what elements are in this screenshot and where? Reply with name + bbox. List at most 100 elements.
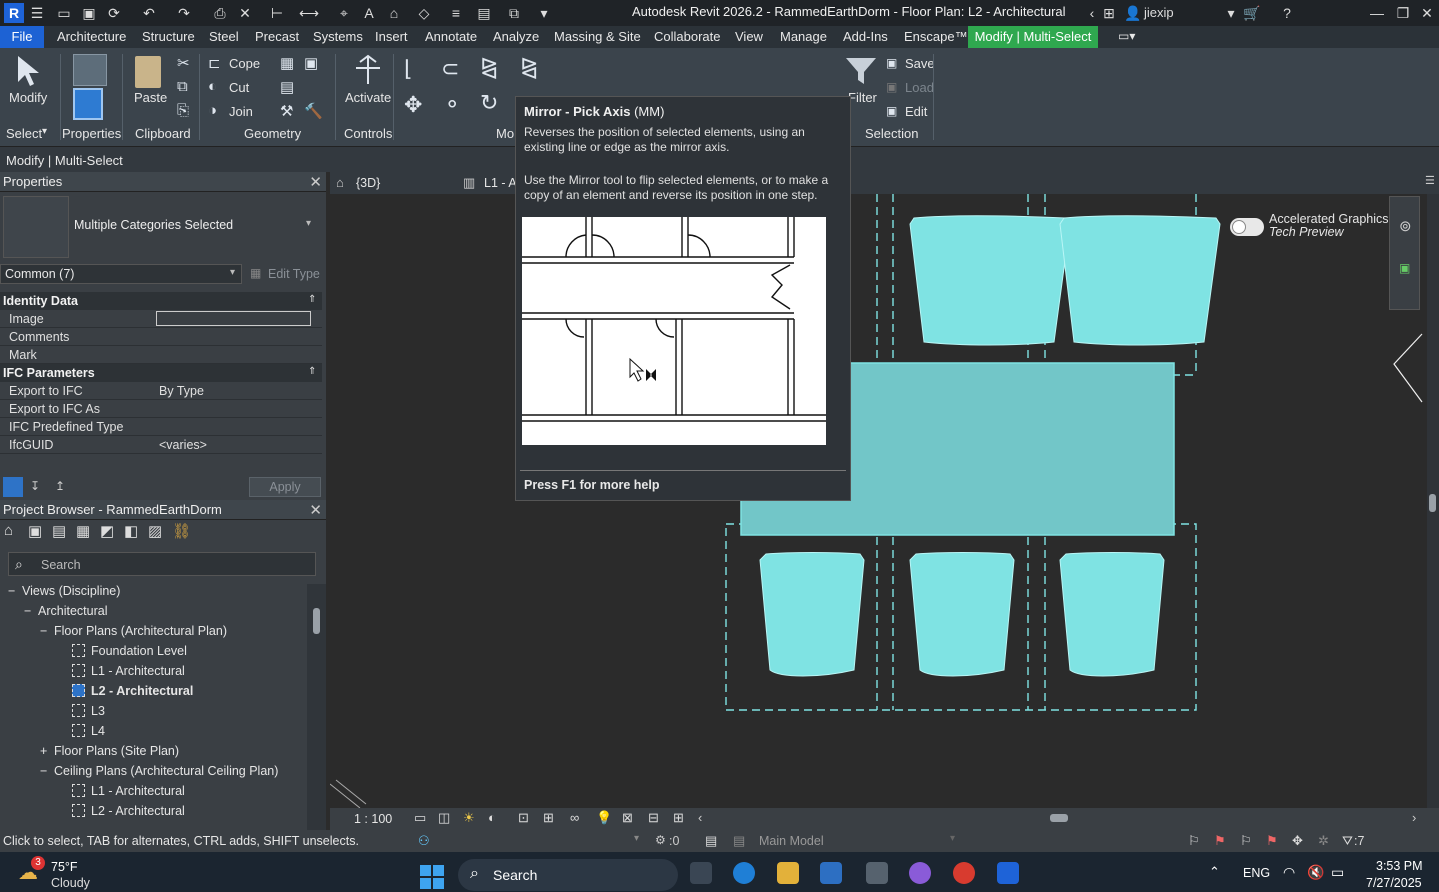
- zoom-icon[interactable]: ▣: [1399, 261, 1410, 275]
- select-pinned-icon[interactable]: ⚐: [1240, 833, 1252, 849]
- mirror-pick-axis-icon[interactable]: ⧎: [480, 54, 498, 80]
- activate-button[interactable]: Activate: [345, 90, 391, 105]
- tag-icon[interactable]: ⌖: [335, 4, 353, 22]
- volume-icon[interactable]: 🔇: [1307, 864, 1324, 881]
- select-links-icon[interactable]: ⚐: [1188, 833, 1200, 849]
- chevron-down-icon[interactable]: ▾: [950, 833, 955, 844]
- browser-tree-item[interactable]: − Architectural: [24, 604, 107, 618]
- cursor-arrow-icon[interactable]: [14, 54, 44, 88]
- paint-icon[interactable]: ▤: [280, 78, 294, 96]
- open-icon[interactable]: ▭: [55, 4, 73, 22]
- binoculars-icon[interactable]: ⊞: [1100, 4, 1118, 22]
- 3d-view-icon[interactable]: ⌂: [385, 4, 403, 22]
- temp-hide-icon[interactable]: ∞: [570, 810, 579, 825]
- weather-desc[interactable]: Cloudy: [51, 876, 90, 890]
- tab-precast[interactable]: Precast: [255, 29, 299, 44]
- collapse-icon[interactable]: −: [24, 604, 38, 618]
- edge-icon[interactable]: [733, 862, 755, 884]
- move-icon[interactable]: ✥: [404, 92, 422, 118]
- property-row[interactable]: IFC Predefined Type: [0, 418, 322, 436]
- save-selection-button[interactable]: Save: [905, 56, 935, 71]
- filter-icon[interactable]: [844, 54, 878, 88]
- cope-button[interactable]: Cope: [229, 56, 260, 71]
- browser-tree-item[interactable]: + Floor Plans (Site Plan): [40, 744, 179, 758]
- clock-date[interactable]: 7/27/2025: [1366, 876, 1422, 890]
- tab-collaborate[interactable]: Collaborate: [654, 29, 721, 44]
- properties-icon[interactable]: [73, 88, 103, 120]
- tab-analyze[interactable]: Analyze: [493, 29, 539, 44]
- edit-type-button[interactable]: Edit Type: [268, 267, 320, 281]
- tab-file[interactable]: File: [0, 26, 44, 48]
- sync-icon[interactable]: ⟳: [105, 4, 123, 22]
- category-identity-data[interactable]: Identity Data ⇑: [0, 292, 322, 310]
- tab-systems[interactable]: Systems: [313, 29, 363, 44]
- copy-elements-icon[interactable]: ⚬: [443, 92, 461, 118]
- copilot-icon[interactable]: [909, 862, 931, 884]
- app-menu-icon[interactable]: ☰: [28, 4, 46, 22]
- save-icon[interactable]: ▣: [80, 4, 98, 22]
- modify-button[interactable]: Modify: [9, 90, 47, 105]
- home-icon[interactable]: ⌂: [4, 522, 13, 539]
- store-icon[interactable]: [820, 862, 842, 884]
- sort-by-category-icon[interactable]: [3, 477, 23, 497]
- collapse-icon[interactable]: ⇑: [308, 294, 316, 305]
- schedule-icon[interactable]: ▤: [52, 522, 66, 540]
- join-icon[interactable]: ◑: [208, 102, 217, 119]
- revit-taskbar-icon[interactable]: [997, 862, 1019, 884]
- revit-logo-icon[interactable]: R: [4, 3, 24, 23]
- dimension-icon[interactable]: ⟷: [299, 4, 319, 22]
- activate-icon[interactable]: [352, 54, 384, 88]
- clock-time[interactable]: 3:53 PM: [1376, 859, 1423, 873]
- show-crop-icon[interactable]: ⊞: [543, 810, 554, 826]
- redo-icon[interactable]: ↷: [175, 4, 193, 22]
- tab-view[interactable]: View: [735, 29, 763, 44]
- properties-filter-dropdown[interactable]: Common (7) ▾: [0, 264, 242, 284]
- shadows-icon[interactable]: ◐: [488, 810, 496, 825]
- graphics-toggle[interactable]: [1230, 218, 1264, 236]
- reveal-hidden-icon[interactable]: 💡: [596, 810, 612, 826]
- type-chevron-icon[interactable]: ▾: [306, 218, 311, 229]
- match-type-icon[interactable]: ⎘: [177, 102, 189, 119]
- links-icon[interactable]: ▨: [148, 522, 162, 540]
- demolish-icon[interactable]: ⚒: [280, 102, 293, 120]
- filter-icon[interactable]: ⛛: [1342, 833, 1353, 849]
- properties-button[interactable]: Properties: [62, 126, 121, 141]
- print-icon[interactable]: ⎙: [211, 4, 229, 22]
- browser-tree-item[interactable]: − Floor Plans (Architectural Plan): [40, 624, 227, 638]
- tab-structure[interactable]: Structure: [142, 29, 195, 44]
- user-name[interactable]: jiexip: [1144, 5, 1174, 20]
- chevron-down-icon[interactable]: ▾: [634, 833, 639, 844]
- collapse-icon[interactable]: −: [8, 584, 22, 598]
- close-icon[interactable]: ✕: [1418, 4, 1436, 22]
- sun-path-icon[interactable]: ☀: [463, 810, 475, 826]
- hammer-icon[interactable]: 🔨: [304, 102, 323, 120]
- background-processes-icon[interactable]: ✲: [1318, 833, 1329, 849]
- align-icon[interactable]: ⌊: [404, 56, 413, 82]
- tab-annotate[interactable]: Annotate: [425, 29, 477, 44]
- temp-view-properties-icon[interactable]: ⊠: [622, 810, 633, 826]
- design-options-icon[interactable]: ▤: [705, 833, 717, 849]
- cut-scissors-icon[interactable]: ✂: [177, 54, 190, 72]
- tab-modify-multi-select[interactable]: Modify | Multi-Select: [968, 26, 1098, 48]
- close-inactive-icon[interactable]: ✕: [236, 4, 254, 22]
- edit-selection-button[interactable]: Edit: [905, 104, 927, 119]
- drawing-canvas[interactable]: Accelerated Graphics Tech Preview ⊚ ▣: [330, 194, 1439, 808]
- select-dropdown[interactable]: Select: [6, 126, 42, 141]
- split-face-icon[interactable]: ▣: [304, 54, 318, 72]
- browser-tree-item[interactable]: Foundation Level: [72, 644, 187, 658]
- tab-l1-architectural[interactable]: L1 - A: [484, 176, 517, 190]
- undo-icon[interactable]: ↶: [140, 4, 158, 22]
- thin-lines-icon[interactable]: ≡: [447, 4, 465, 22]
- rotate-icon[interactable]: ↻: [480, 90, 498, 116]
- property-row[interactable]: IfcGUID <varies>: [0, 436, 322, 454]
- steering-wheel-icon[interactable]: ⊚: [1399, 217, 1412, 235]
- customize-toolbar-icon[interactable]: ▾: [535, 4, 553, 22]
- browser-tree-item[interactable]: − Views (Discipline): [8, 584, 120, 598]
- switch-windows-icon[interactable]: ⧉: [505, 4, 523, 22]
- collapse-icon[interactable]: −: [40, 624, 54, 638]
- paste-button[interactable]: Paste: [134, 90, 167, 105]
- tab-manage[interactable]: Manage: [780, 29, 827, 44]
- horizontal-scrollbar-thumb[interactable]: [1050, 814, 1068, 822]
- tabs-menu-icon[interactable]: ☰: [1425, 174, 1435, 187]
- task-view-icon[interactable]: [690, 862, 712, 884]
